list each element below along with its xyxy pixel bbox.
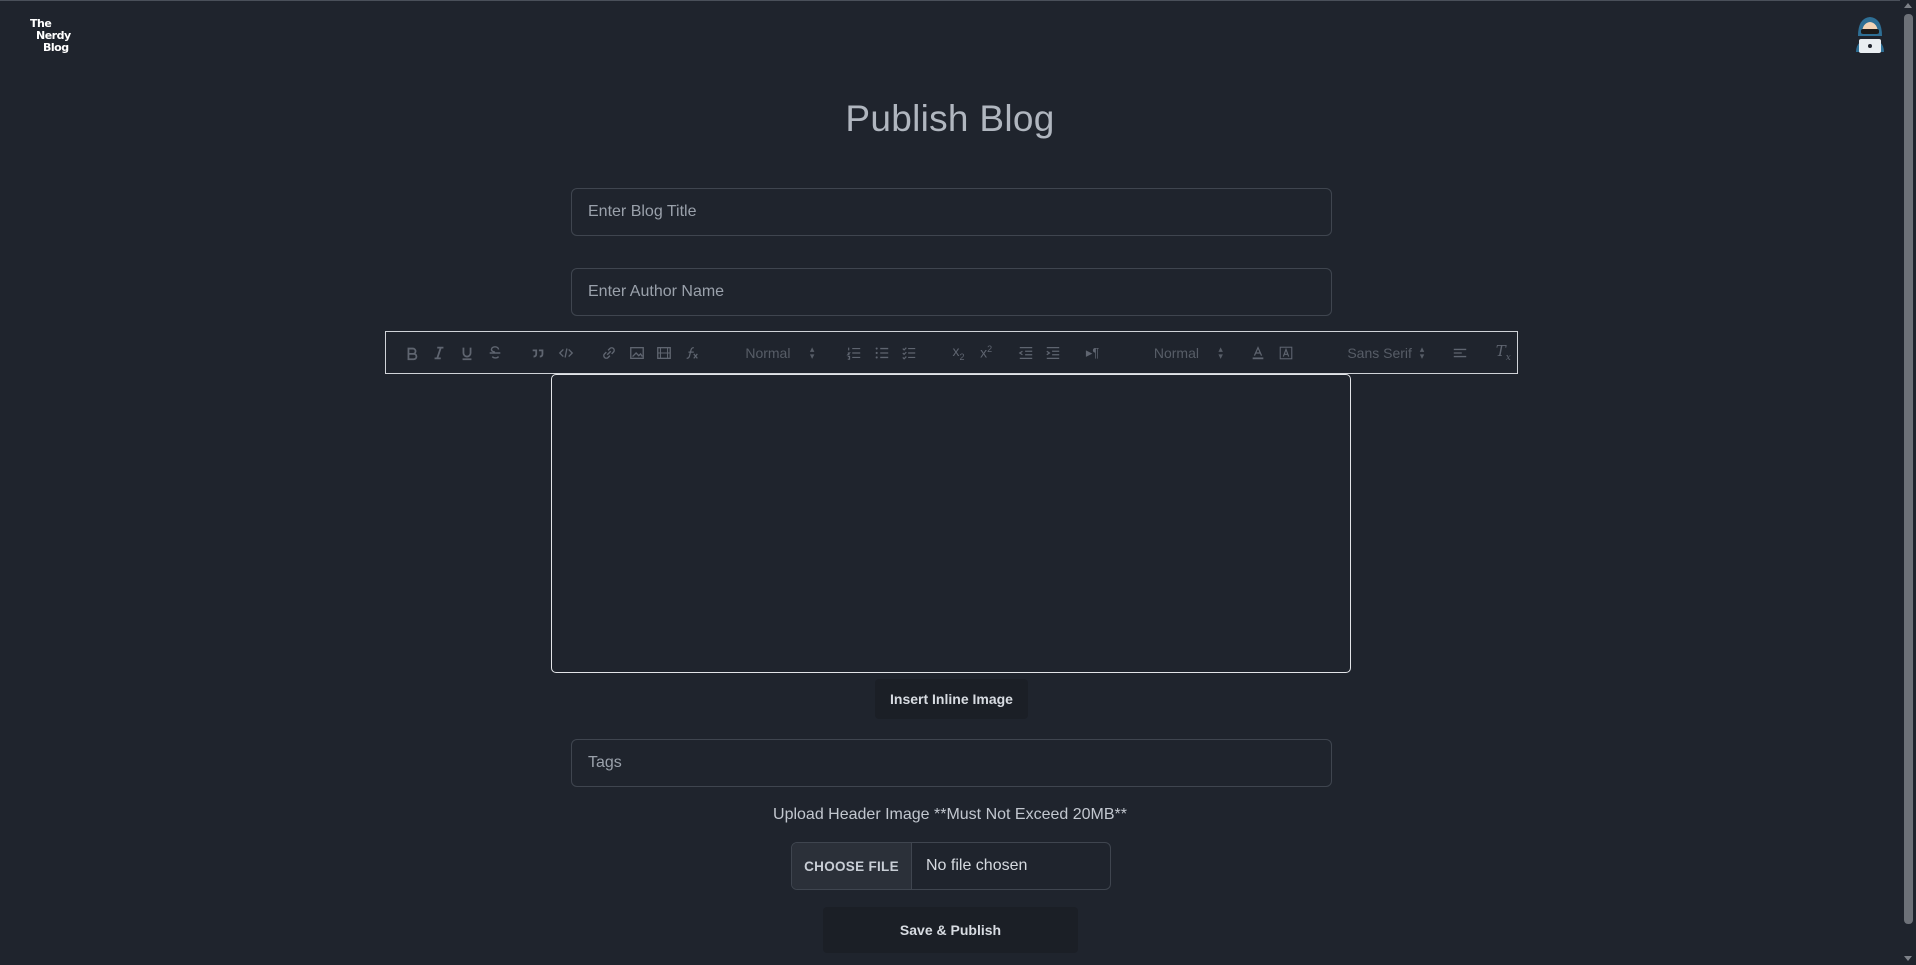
upload-header-image-label: Upload Header Image **Must Not Exceed 20… xyxy=(773,806,1127,823)
picker-caret-icon: ▴ ▾ xyxy=(1419,343,1425,361)
formula-icon[interactable] xyxy=(678,339,706,367)
indent-icon[interactable] xyxy=(1039,339,1067,367)
page-title: Publish Blog xyxy=(845,98,1055,139)
insert-inline-image-button[interactable]: Insert Inline Image xyxy=(875,679,1028,719)
subscript-icon[interactable]: x2 xyxy=(945,339,973,367)
code-block-icon[interactable] xyxy=(552,339,580,367)
save-publish-button[interactable]: Save & Publish xyxy=(823,907,1078,953)
editor-toolbar: Normal ▴ ▾ x2 x2 ▸¶ Normal ▴ ▾ Sans Serif … xyxy=(385,331,1518,374)
header-picker-label: Normal xyxy=(745,344,791,361)
bold-icon[interactable] xyxy=(398,339,426,367)
font-picker[interactable]: Sans Serif ▴ ▾ xyxy=(1343,343,1428,361)
file-status-text: No file chosen xyxy=(926,857,1028,874)
video-icon[interactable] xyxy=(651,339,679,367)
superscript-icon[interactable]: x2 xyxy=(972,339,1000,367)
choose-file-button[interactable]: CHOOSE FILE xyxy=(792,843,912,889)
blog-content-editor[interactable] xyxy=(551,374,1351,673)
outdent-icon[interactable] xyxy=(1012,339,1040,367)
size-picker-label: Normal xyxy=(1153,344,1199,361)
author-name-input[interactable] xyxy=(571,268,1332,316)
underline-icon[interactable] xyxy=(453,339,481,367)
ordered-list-icon[interactable] xyxy=(840,339,868,367)
strike-icon[interactable] xyxy=(481,339,509,367)
picker-caret-icon: ▴ ▾ xyxy=(809,343,815,361)
scroll-down-arrow-icon[interactable] xyxy=(1904,956,1912,961)
scroll-up-arrow-icon[interactable] xyxy=(1904,3,1912,8)
bullet-list-icon[interactable] xyxy=(868,339,896,367)
header-picker[interactable]: Normal ▴ ▾ xyxy=(741,343,818,361)
blog-title-input[interactable] xyxy=(571,188,1332,236)
site-logo[interactable]: The Nerdy Blog xyxy=(30,18,72,60)
scrollbar-thumb[interactable] xyxy=(1904,14,1913,924)
link-icon[interactable] xyxy=(595,339,623,367)
blockquote-icon[interactable] xyxy=(524,339,552,367)
logo-line-3: Blog xyxy=(43,41,69,54)
picker-caret-icon: ▴ ▾ xyxy=(1218,343,1223,361)
image-icon[interactable] xyxy=(623,339,651,367)
clean-format-icon[interactable]: Tx xyxy=(1489,339,1517,367)
rtl-icon[interactable]: ▸¶ xyxy=(1079,339,1107,367)
align-icon[interactable] xyxy=(1446,339,1474,367)
background-color-icon[interactable] xyxy=(1272,339,1300,367)
text-color-icon[interactable] xyxy=(1245,339,1273,367)
font-picker-label: Sans Serif xyxy=(1347,344,1412,361)
check-list-icon[interactable] xyxy=(895,339,923,367)
tags-input[interactable] xyxy=(571,739,1332,787)
top-border xyxy=(0,0,1900,1)
italic-icon[interactable] xyxy=(426,339,454,367)
header-image-file-input[interactable]: CHOOSE FILE No file chosen xyxy=(791,842,1111,890)
hacker-avatar-icon[interactable] xyxy=(1852,12,1888,54)
size-picker[interactable]: Normal ▴ ▾ xyxy=(1150,343,1227,361)
page-scrollbar[interactable] xyxy=(1900,0,1916,965)
